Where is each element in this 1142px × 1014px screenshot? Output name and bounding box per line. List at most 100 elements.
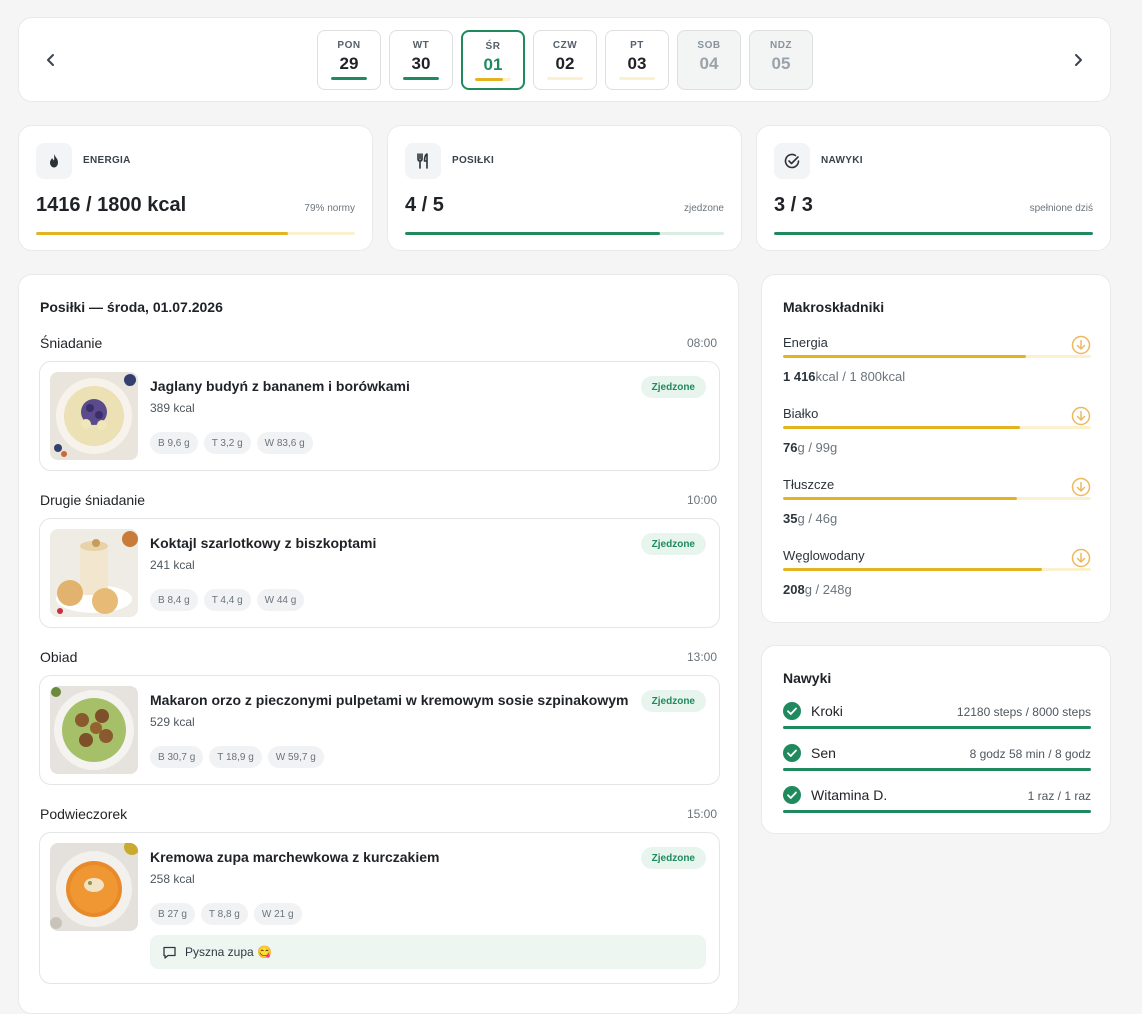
comment-icon: [163, 946, 176, 959]
macro-unit: kcal: [815, 369, 839, 384]
macro-target: / 46g: [804, 511, 838, 526]
check-circle-icon: [783, 786, 801, 804]
meals-stat-card: POSIŁKI 4 / 5 zjedzone: [387, 125, 742, 251]
meal-section-name: Śniadanie: [40, 335, 103, 351]
day-name: ŚR: [485, 41, 501, 52]
habits-panel: Nawyki Kroki 12180 steps / 8000 steps Sen 8…: [761, 645, 1111, 834]
meal-section-header: Podwieczorek 15:00: [40, 806, 717, 822]
habit-row[interactable]: Witamina D. 1 raz / 1 raz: [783, 786, 1091, 816]
meal-card[interactable]: Makaron orzo z pieczonymi pulpetami w kr…: [39, 675, 720, 785]
macro-progress-bar: [783, 568, 1091, 571]
day-tile[interactable]: PT 03: [605, 30, 669, 90]
day-tile[interactable]: ŚR 01: [461, 30, 525, 90]
macro-row: Białko 76g / 99g: [783, 406, 1091, 466]
macro-current: 208: [783, 582, 805, 597]
meal-section-header: Drugie śniadanie 10:00: [40, 492, 717, 508]
flame-icon: [36, 143, 72, 179]
habits-stat-card: NAWYKI 3 / 3 spełnione dziś: [756, 125, 1111, 251]
energy-value: 1416 / 1800 kcal: [36, 194, 187, 216]
previous-week-button[interactable]: [39, 48, 63, 72]
meal-section-time: 15:00: [686, 807, 717, 821]
habit-value: 12180 steps / 8000 steps: [956, 705, 1091, 719]
macro-current: 35: [783, 511, 798, 526]
day-name: WT: [412, 40, 430, 51]
check-circle-icon: [783, 744, 801, 762]
habits-subtitle: spełnione dziś: [1029, 203, 1093, 214]
day-tile[interactable]: NDZ 05: [749, 30, 813, 90]
meal-image: [50, 686, 138, 774]
macro-target: / 248g: [811, 582, 852, 597]
day-progress-indicator: [619, 77, 655, 80]
day-tile[interactable]: CZW 02: [533, 30, 597, 90]
day-date: 01: [483, 55, 503, 74]
macro-tags: B 30,7 g T 18,9 g W 59,7 g: [150, 746, 324, 768]
day-progress-indicator: [331, 77, 367, 80]
day-tile[interactable]: WT 30: [389, 30, 453, 90]
macro-unit: g: [804, 582, 812, 597]
macro-value: 35g / 46g: [783, 511, 837, 526]
meal-section-header: Śniadanie 08:00: [40, 335, 717, 351]
fat-tag: T 18,9 g: [209, 746, 262, 768]
meal-image: [50, 529, 138, 617]
day-date: 04: [699, 54, 719, 73]
habit-value: 1 raz / 1 raz: [1027, 789, 1091, 803]
meal-card[interactable]: Kremowa zupa marchewkowa z kurczakiem 25…: [39, 832, 720, 984]
macro-tags: B 9,6 g T 3,2 g W 83,6 g: [150, 432, 313, 454]
meal-note: Pyszna zupa 😋: [150, 935, 706, 969]
macro-unit: g: [797, 440, 805, 455]
day-name: PT: [630, 40, 644, 51]
chevron-right-icon: [1075, 54, 1082, 66]
meals-progress-bar: [405, 232, 724, 235]
macro-label: Węglowodany: [783, 548, 865, 563]
meal-note-text: Pyszna zupa 😋: [185, 945, 272, 959]
arrow-down-circle-icon: [1071, 335, 1091, 355]
day-progress-indicator: [475, 78, 511, 81]
macro-tags: B 8,4 g T 4,4 g W 44 g: [150, 589, 305, 611]
habits-panel-title: Nawyki: [783, 670, 832, 686]
habit-name: Kroki: [811, 703, 843, 719]
fat-tag: T 8,8 g: [200, 903, 248, 925]
macro-current: 1 416: [783, 369, 816, 384]
macro-row: Węglowodany 208g / 248g: [783, 548, 1091, 608]
meals-label: POSIŁKI: [452, 155, 495, 166]
protein-tag: B 30,7 g: [150, 746, 204, 768]
habit-name: Sen: [811, 745, 836, 761]
habits-value: 3 / 3: [774, 194, 813, 216]
day-tile[interactable]: PON 29: [317, 30, 381, 90]
macros-panel-title: Makroskładniki: [783, 299, 885, 315]
fat-tag: T 4,4 g: [203, 589, 251, 611]
meal-image: [50, 843, 138, 931]
macro-progress-bar: [783, 355, 1091, 358]
meal-name: Makaron orzo z pieczonymi pulpetami w kr…: [150, 692, 629, 708]
macro-progress-bar: [783, 497, 1091, 500]
habit-progress-bar: [783, 768, 1091, 771]
habits-progress-bar: [774, 232, 1093, 235]
eaten-status-badge: Zjedzone: [640, 847, 706, 869]
check-circle-icon: [774, 143, 810, 179]
carbs-tag: W 21 g: [253, 903, 302, 925]
habit-row[interactable]: Kroki 12180 steps / 8000 steps: [783, 702, 1091, 732]
fat-tag: T 3,2 g: [203, 432, 251, 454]
habit-value: 8 godz 58 min / 8 godz: [969, 747, 1091, 761]
meal-kcal: 529 kcal: [150, 715, 195, 729]
meal-kcal: 241 kcal: [150, 558, 195, 572]
meal-section-name: Obiad: [40, 649, 78, 665]
day-tile[interactable]: SOB 04: [677, 30, 741, 90]
meal-card[interactable]: Jaglany budyń z bananem i borówkami 389 …: [39, 361, 720, 471]
meal-name: Kremowa zupa marchewkowa z kurczakiem: [150, 849, 440, 865]
meal-card[interactable]: Koktajl szarlotkowy z biszkoptami 241 kc…: [39, 518, 720, 628]
macro-progress-bar: [783, 426, 1091, 429]
date-navigation-bar: PON 29 WT 30 ŚR 01 CZW 02 PT 03 SOB 04 NDZ 05: [18, 17, 1111, 102]
macro-current: 76: [783, 440, 798, 455]
macro-value: 208g / 248g: [783, 582, 852, 597]
next-week-button[interactable]: [1066, 48, 1090, 72]
habit-row[interactable]: Sen 8 godz 58 min / 8 godz: [783, 744, 1091, 774]
macro-target: / 1 800kcal: [838, 369, 906, 384]
arrow-down-circle-icon: [1071, 548, 1091, 568]
day-selector: PON 29 WT 30 ŚR 01 CZW 02 PT 03 SOB 04 NDZ 05: [317, 30, 813, 90]
meal-section-name: Drugie śniadanie: [40, 492, 146, 508]
meals-value: 4 / 5: [405, 194, 444, 216]
meal-image: [50, 372, 138, 460]
meal-name: Jaglany budyń z bananem i borówkami: [150, 378, 410, 394]
habits-label: NAWYKI: [821, 155, 863, 166]
